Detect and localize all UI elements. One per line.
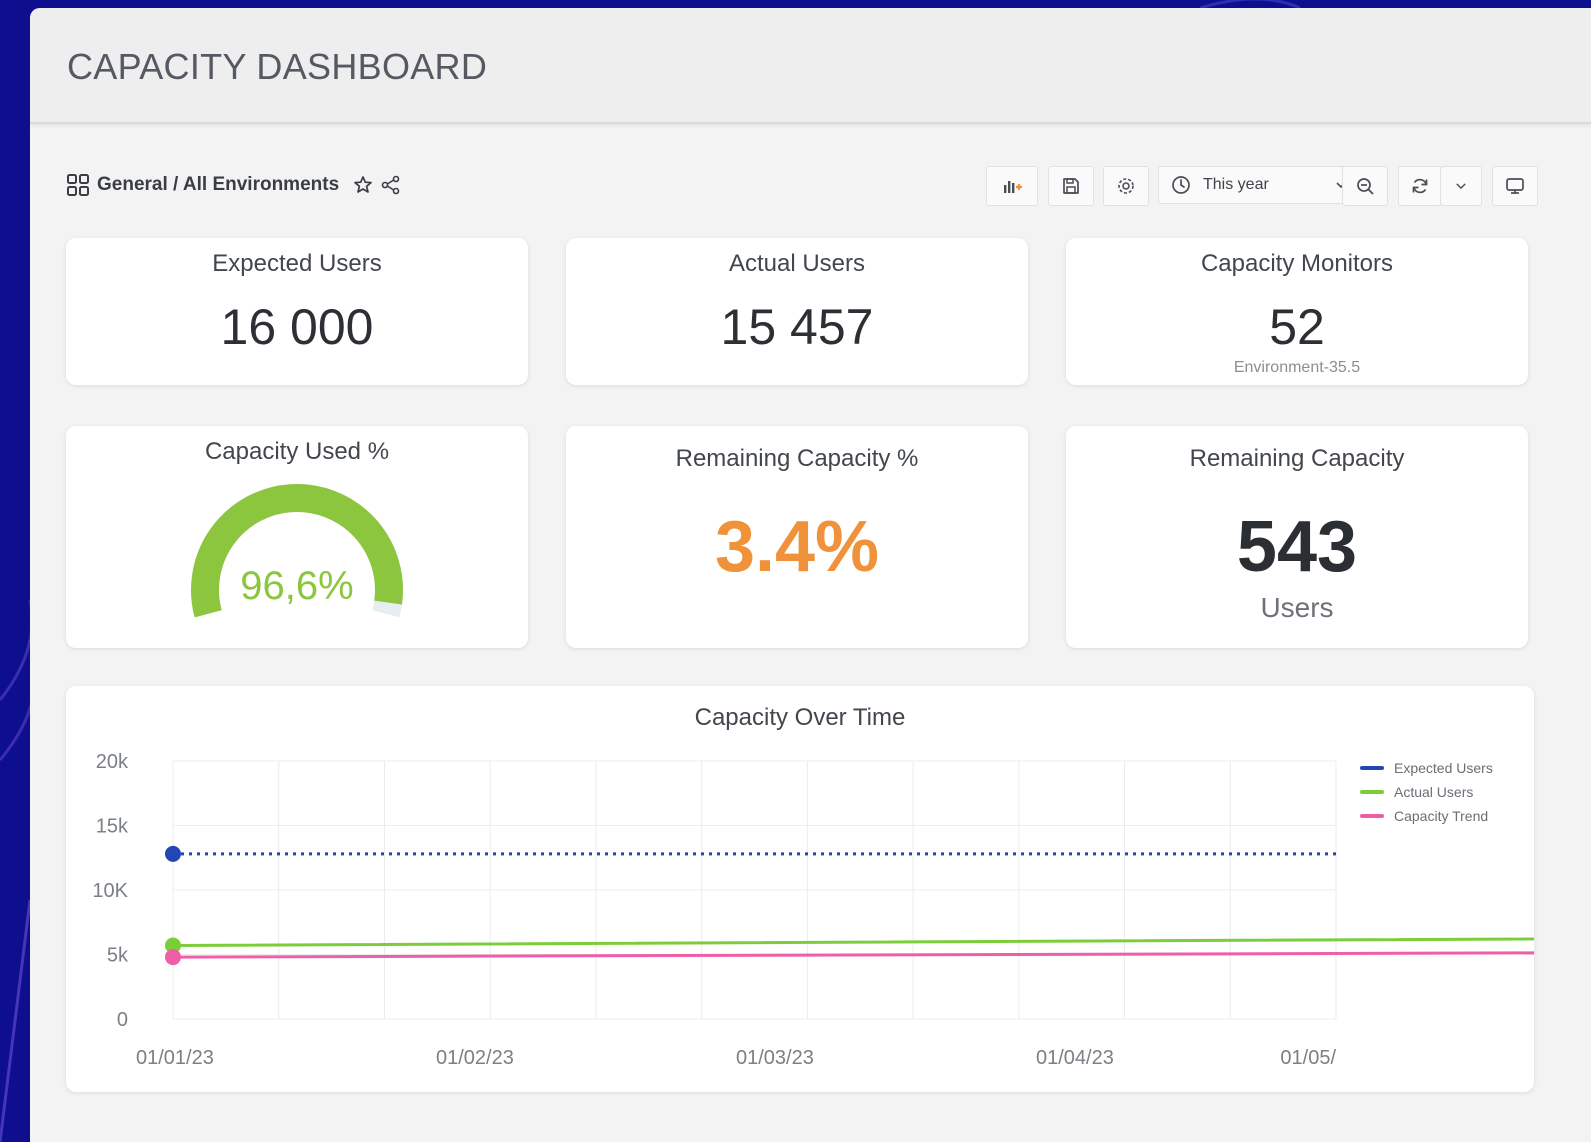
legend-item-actual[interactable]: Actual Users — [1360, 780, 1493, 804]
legend-swatch — [1360, 790, 1384, 794]
x-tick-label: 01/04/23 — [1036, 1047, 1114, 1069]
y-tick-label: 15k — [96, 816, 129, 838]
stat-value: 16 000 — [220, 299, 374, 355]
capacity-over-time-panel[interactable]: Capacity Over Time 0 5k 10K 15k 20k 01/01/23 0… — [66, 686, 1534, 1092]
panel-title: Remaining Capacity — [1189, 445, 1405, 472]
refresh-button[interactable] — [1398, 166, 1442, 206]
stat-value: 52 — [1269, 299, 1325, 355]
y-tick-label: 10K — [92, 880, 128, 902]
stat-value: 15 457 — [720, 299, 874, 355]
legend-item-trend[interactable]: Capacity Trend — [1360, 804, 1493, 828]
time-range-label: This year — [1203, 176, 1269, 193]
dashboard-frame: CAPACITY DASHBOARD General / All Environ… — [30, 8, 1591, 1142]
stat-subtitle: Environment-35.5 — [1233, 359, 1361, 376]
refresh-interval-dropdown[interactable] — [1440, 166, 1482, 206]
y-tick-label: 20k — [96, 751, 129, 773]
zoom-out-button[interactable] — [1342, 166, 1388, 206]
legend-label: Expected Users — [1394, 760, 1493, 776]
y-tick-label: 0 — [117, 1009, 128, 1031]
remaining-capacity-pct-panel[interactable]: Remaining Capacity % 3.4% — [566, 426, 1028, 648]
chart-legend: Expected Users Actual Users Capacity Tre… — [1360, 756, 1493, 828]
capacity-used-panel[interactable]: Capacity Used % 96,6% — [66, 426, 528, 648]
zoom-out-icon — [1357, 178, 1374, 195]
refresh-icon — [1412, 178, 1428, 194]
legend-item-expected[interactable]: Expected Users — [1360, 756, 1493, 780]
panel-title: Actual Users — [728, 250, 866, 277]
remaining-capacity-panel[interactable]: Remaining Capacity 543 Users — [1066, 426, 1528, 648]
series-capacity-trend-start-point — [165, 949, 181, 966]
expected-users-panel[interactable]: Expected Users 16 000 — [66, 238, 528, 385]
legend-label: Capacity Trend — [1394, 808, 1489, 824]
panel-title: Capacity Monitors — [1200, 250, 1394, 277]
add-panel-icon — [1004, 181, 1022, 193]
save-dashboard-button[interactable] — [1048, 166, 1094, 206]
x-tick-label: 01/02/23 — [436, 1047, 514, 1069]
page-title: CAPACITY DASHBOARD — [67, 46, 488, 87]
settings-button[interactable] — [1103, 166, 1149, 206]
panel-title: Expected Users — [212, 250, 382, 277]
x-tick-label: 01/01/23 — [136, 1047, 214, 1069]
stat-unit: Users — [1260, 592, 1334, 623]
chevron-down-icon — [1456, 183, 1466, 190]
dashboard-toolbar: This year — [30, 166, 1591, 206]
tv-icon — [1506, 178, 1524, 194]
series-actual-users — [172, 937, 1534, 947]
gauge — [191, 484, 403, 618]
settings-icon — [1118, 178, 1134, 194]
legend-swatch — [1360, 766, 1384, 770]
x-tick-label: 01/03/23 — [736, 1047, 814, 1069]
tv-mode-button[interactable] — [1492, 166, 1538, 206]
gauge-value: 96,6% — [240, 564, 354, 608]
save-icon — [1063, 178, 1079, 194]
series-expected-users-start-point — [165, 845, 181, 862]
actual-users-panel[interactable]: Actual Users 15 457 — [566, 238, 1028, 385]
panel-title: Remaining Capacity % — [675, 445, 919, 472]
legend-label: Actual Users — [1394, 784, 1474, 800]
capacity-monitors-panel[interactable]: Capacity Monitors 52 Environment-35.5 — [1066, 238, 1528, 385]
x-tick-label: 01/05/ — [1280, 1047, 1336, 1069]
stat-value: 3.4% — [714, 507, 880, 587]
stat-value: 543 — [1236, 507, 1358, 587]
y-tick-label: 5k — [107, 945, 129, 967]
add-panel-button[interactable] — [986, 166, 1038, 206]
legend-swatch — [1360, 814, 1384, 818]
time-range-picker[interactable]: This year — [1158, 166, 1358, 204]
clock-icon — [1172, 176, 1190, 194]
line-chart: 0 5k 10K 15k 20k 01/01/23 01/02/23 01/03/23 01/0… — [92, 751, 1534, 1069]
panel-title: Capacity Used % — [204, 438, 390, 465]
